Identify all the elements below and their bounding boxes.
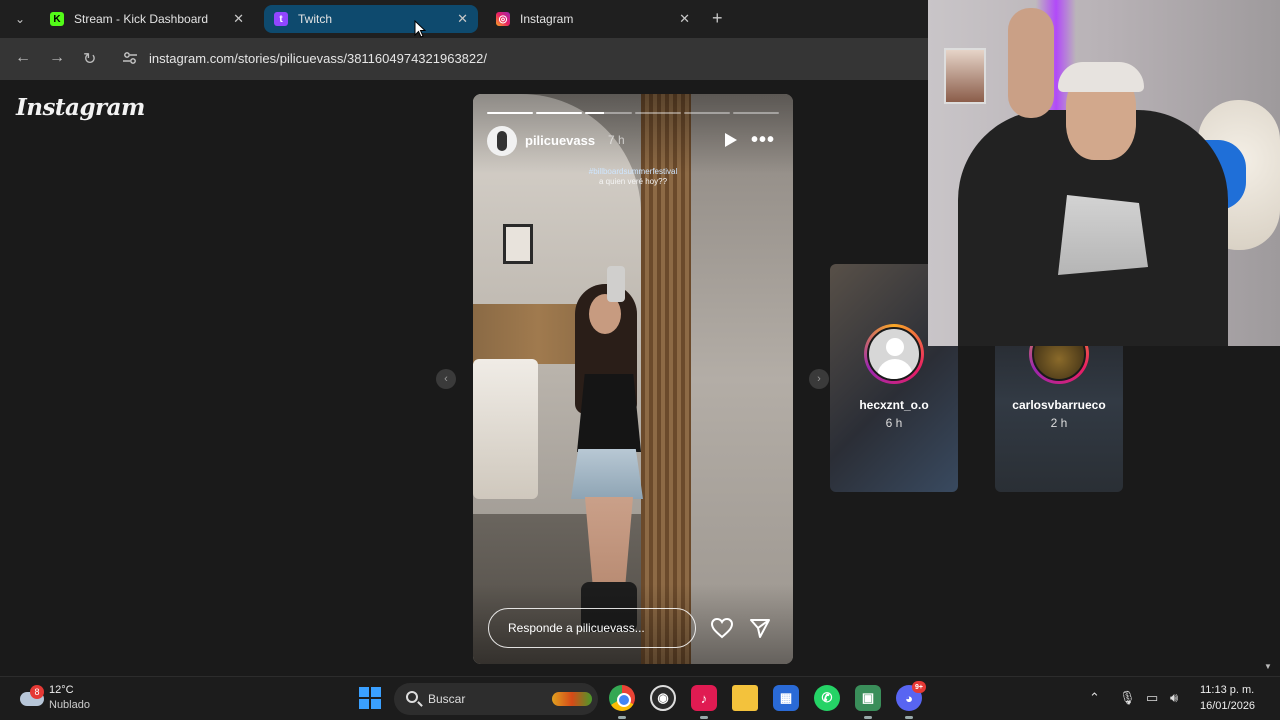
discord-notification-badge: 9+ xyxy=(912,681,926,693)
progress-segment xyxy=(536,112,583,114)
avatar xyxy=(864,324,924,384)
twitch-icon: t xyxy=(274,12,288,26)
tab-instagram[interactable]: ◎ Instagram ✕ xyxy=(486,5,700,33)
webcam-overlay xyxy=(928,0,1280,346)
reload-icon[interactable]: ↻ xyxy=(83,49,96,69)
temperature[interactable]: 12°C xyxy=(49,684,74,696)
close-tab-icon[interactable]: ✕ xyxy=(457,11,468,27)
search-placeholder: Buscar xyxy=(428,692,466,706)
whatsapp-icon[interactable]: ✆ xyxy=(814,685,840,711)
weather-widget[interactable]: 8 xyxy=(18,684,46,712)
send-icon[interactable] xyxy=(749,617,771,639)
weather-condition[interactable]: Nublado xyxy=(49,699,90,711)
file-explorer-icon[interactable] xyxy=(732,685,758,711)
show-hidden-icons-chevron-icon[interactable]: ⌃ xyxy=(1089,690,1100,706)
story-header: pilicuevass 7 h ••• xyxy=(487,126,779,156)
site-settings-icon[interactable] xyxy=(122,50,138,66)
close-tab-icon[interactable]: ✕ xyxy=(679,11,690,27)
previous-story-arrow-icon[interactable]: ‹ xyxy=(436,369,456,389)
microphone-icon[interactable]: 🎙︎ xyxy=(1119,690,1136,706)
play-icon[interactable] xyxy=(725,133,737,147)
story-progress-bar xyxy=(487,112,780,114)
preview-username: heсxznt_o.o xyxy=(859,398,929,412)
network-icon[interactable]: ▭ xyxy=(1146,690,1158,706)
tiktok-icon[interactable]: ♪ xyxy=(691,685,717,719)
default-avatar-icon xyxy=(867,327,921,381)
back-arrow-icon[interactable]: ← xyxy=(15,49,31,67)
address-bar[interactable]: instagram.com/stories/pilicuevass/381160… xyxy=(149,51,487,66)
photo-app-icon[interactable]: ▣ xyxy=(855,685,881,719)
story-caption: #billboardsummerfestival a quien veré ho… xyxy=(563,167,703,187)
microsoft-store-icon[interactable]: ▦ xyxy=(773,685,799,711)
new-tab-plus-icon[interactable]: + xyxy=(712,8,723,29)
clock-time[interactable]: 11:13 p. m. xyxy=(1200,684,1254,696)
preview-time: 2 h xyxy=(1050,416,1068,430)
chrome-icon[interactable] xyxy=(609,685,635,719)
search-icon xyxy=(406,691,418,703)
tab-search-chevron-icon[interactable]: ⌄ xyxy=(8,7,32,31)
kick-icon: K xyxy=(50,12,64,26)
tab-label: Twitch xyxy=(298,12,333,26)
progress-segment xyxy=(732,112,780,114)
forward-arrow-icon[interactable]: → xyxy=(49,49,65,67)
heart-icon[interactable] xyxy=(710,617,734,639)
next-story-arrow-icon[interactable]: › xyxy=(809,369,829,389)
windows-taskbar: 8 12°C Nublado Buscar ◉ ♪ ▦ ✆ ▣ ◕ 9+ ⌃ 🎙… xyxy=(0,676,1280,720)
windows-start-icon[interactable] xyxy=(359,687,381,709)
preview-time: 6 h xyxy=(885,416,903,430)
taskbar-search[interactable]: Buscar xyxy=(394,683,598,715)
instagram-icon: ◎ xyxy=(496,12,510,26)
progress-segment xyxy=(585,112,632,114)
more-options-icon[interactable]: ••• xyxy=(751,129,775,152)
mouse-cursor-icon xyxy=(414,20,426,38)
tab-twitch[interactable]: t Twitch ✕ xyxy=(264,5,478,33)
caption-text: a quien veré hoy?? xyxy=(598,177,668,186)
weather-badge: 8 xyxy=(30,685,44,699)
discord-icon[interactable]: ◕ 9+ xyxy=(896,681,926,719)
tab-label: Stream - Kick Dashboard xyxy=(74,12,209,26)
obs-icon[interactable]: ◉ xyxy=(650,685,676,711)
scroll-down-arrow-icon[interactable]: ▼ xyxy=(1264,662,1272,671)
reply-input[interactable]: Responde a pilicuevass... xyxy=(488,608,696,648)
progress-segment xyxy=(487,112,534,114)
story-timestamp: 7 h xyxy=(608,133,625,147)
close-tab-icon[interactable]: ✕ xyxy=(233,11,244,27)
tab-label: Instagram xyxy=(520,12,574,26)
instagram-logo[interactable]: Instagram xyxy=(16,94,145,121)
clock-date[interactable]: 16/01/2026 xyxy=(1200,700,1255,712)
volume-icon[interactable]: 🔊︎ xyxy=(1170,690,1178,706)
progress-segment xyxy=(634,112,681,114)
search-highlight-icon xyxy=(552,692,592,706)
story-username[interactable]: pilicuevass xyxy=(525,133,595,148)
tab-kick-dashboard[interactable]: K Stream - Kick Dashboard ✕ xyxy=(40,5,254,33)
hashtag-sticker[interactable]: #billboardsummerfestival xyxy=(563,167,703,177)
preview-username: carlosvbarrueco xyxy=(1012,398,1106,412)
progress-segment xyxy=(683,112,730,114)
avatar[interactable] xyxy=(487,126,517,156)
story-viewer[interactable]: pilicuevass 7 h ••• #billboardsummerfest… xyxy=(473,94,793,664)
